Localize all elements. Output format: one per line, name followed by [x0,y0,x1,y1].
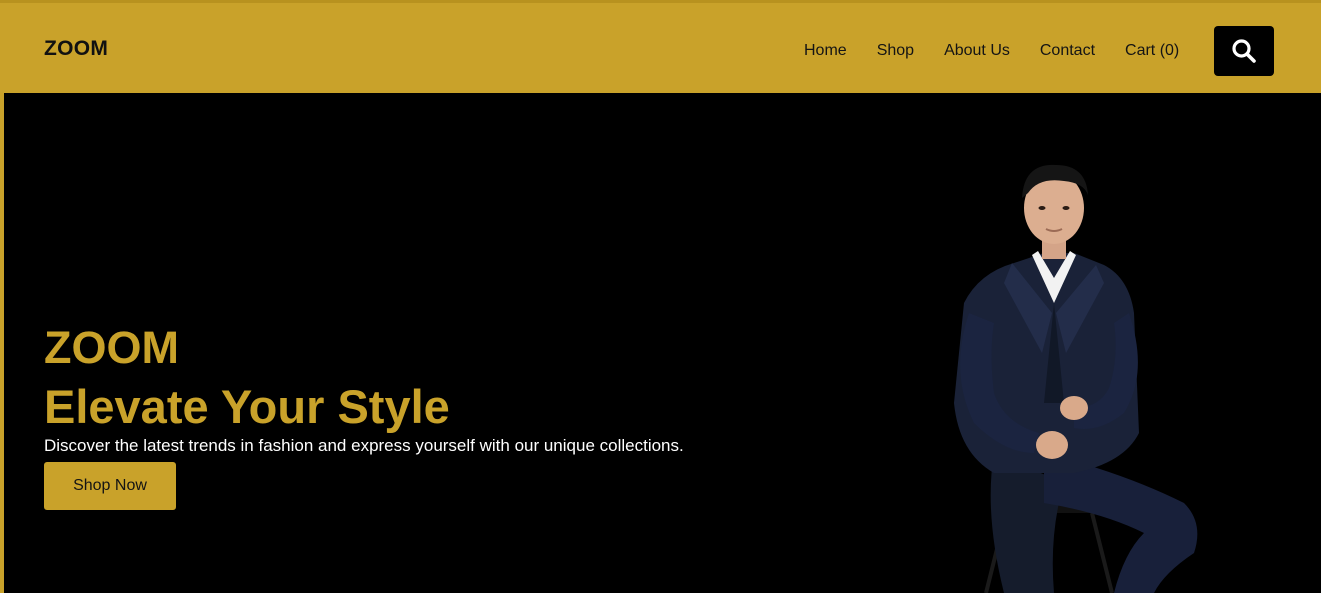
hero-section: ZOOM Elevate Your Style Discover the lat… [4,93,1321,593]
nav-home[interactable]: Home [804,41,847,61]
hero-brand: ZOOM [44,322,179,373]
hero-model-image [954,164,1198,593]
nav-contact[interactable]: Contact [1040,41,1095,61]
site-header: ZOOM Home Shop About Us Contact Cart (0) [0,0,1321,93]
search-button[interactable] [1214,26,1274,76]
main-nav: Home Shop About Us Contact Cart (0) [804,41,1209,61]
nav-shop[interactable]: Shop [877,41,914,61]
logo[interactable]: ZOOM [44,37,108,61]
search-icon [1232,39,1256,63]
nav-about-us[interactable]: About Us [944,41,1010,61]
hero-title: Elevate Your Style [44,380,450,433]
hero-subtitle: Discover the latest trends in fashion an… [44,436,684,455]
shop-now-button[interactable]: Shop Now [44,462,176,510]
nav-cart[interactable]: Cart (0) [1125,41,1179,61]
page: ZOOM Home Shop About Us Contact Cart (0)… [0,0,1321,593]
